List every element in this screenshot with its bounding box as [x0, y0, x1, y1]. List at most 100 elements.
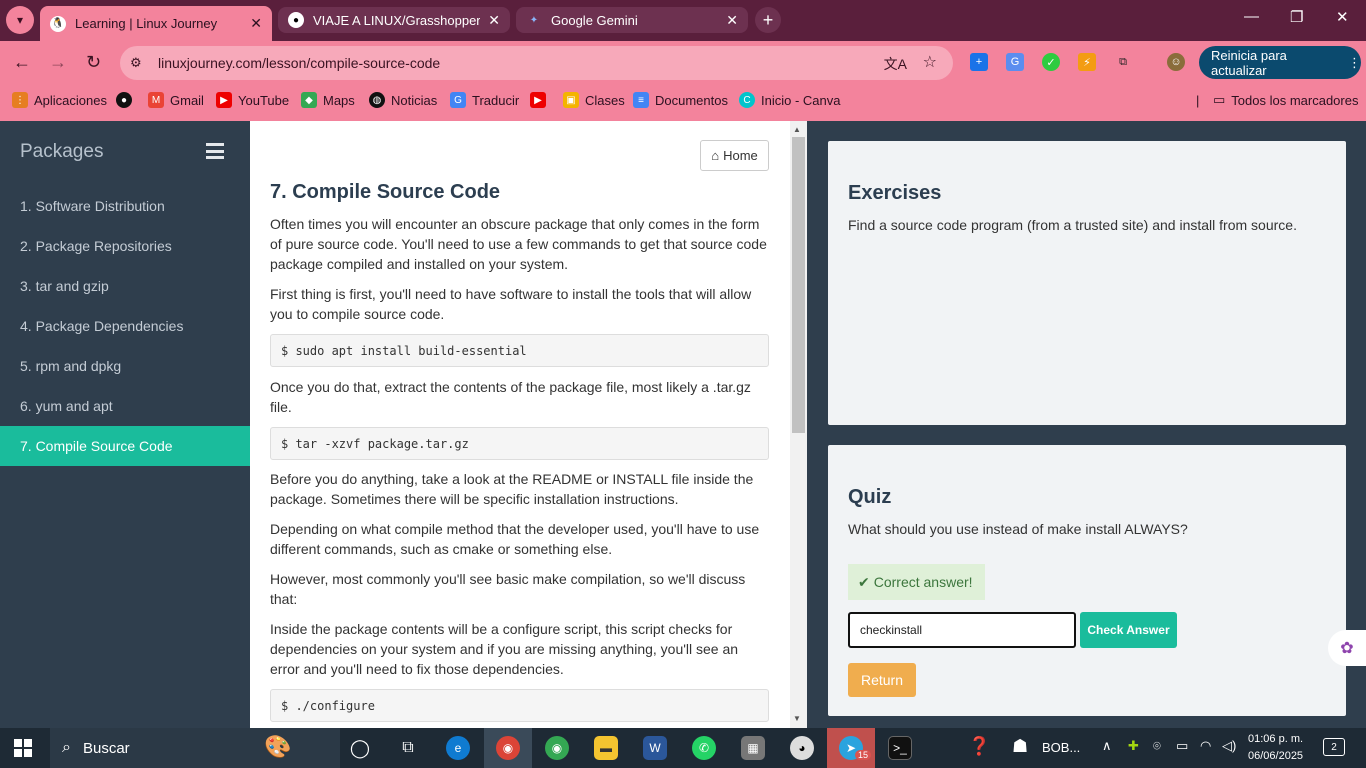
- tab-github[interactable]: ● VIAJE A LINUX/Grasshopper/Us ✕: [278, 7, 510, 33]
- whatsapp-icon[interactable]: ✆: [680, 728, 728, 768]
- search-highlight-icon: 🎨: [264, 734, 292, 759]
- sidebar-item-tar-and-gzip[interactable]: 3. tar and gzip: [0, 266, 250, 306]
- checkmark-icon: ✔: [858, 573, 870, 590]
- bookmark-apps[interactable]: ⋮ Aplicaciones: [12, 92, 107, 108]
- youtube-icon: ▶: [216, 92, 232, 108]
- close-icon[interactable]: ✕: [250, 15, 262, 32]
- home-button[interactable]: ⌂ Home: [700, 140, 769, 171]
- bookmark-label: Aplicaciones: [34, 92, 107, 108]
- new-tab-button[interactable]: +: [755, 7, 781, 33]
- translate-extension-icon[interactable]: G: [1006, 53, 1024, 71]
- sidebar-item-software-distribution[interactable]: 1. Software Distribution: [0, 186, 250, 226]
- tab-search-button[interactable]: ▾: [6, 6, 34, 34]
- site-info-icon[interactable]: ⚙: [130, 55, 152, 71]
- windows-start-icon[interactable]: [14, 739, 32, 757]
- chrome-profile-icon[interactable]: ◉: [484, 728, 532, 768]
- close-icon[interactable]: ✕: [488, 12, 500, 29]
- quiz-title: Quiz: [848, 486, 892, 508]
- battery-icon[interactable]: ▭: [1176, 738, 1188, 754]
- exercises-text: Find a source code program (from a trust…: [848, 217, 1297, 233]
- lesson-content: ⌂ Home 7. Compile Source Code Often time…: [250, 121, 807, 728]
- show-hidden-icons[interactable]: ∧: [1102, 738, 1112, 754]
- news-globe-icon: ◍: [369, 92, 385, 108]
- cortana-icon[interactable]: ◯: [336, 728, 384, 768]
- github-icon: ●: [288, 12, 304, 28]
- folder-icon: ▭: [1213, 92, 1226, 107]
- wifi-icon[interactable]: ◠: [1200, 738, 1211, 754]
- bookmark-label: Gmail: [170, 92, 204, 108]
- volume-icon[interactable]: ◁): [1222, 738, 1236, 754]
- linux-app-icon[interactable]: ◕: [778, 728, 826, 768]
- check-answer-button[interactable]: Check Answer: [1080, 612, 1177, 648]
- help-icon[interactable]: ❓: [968, 736, 990, 757]
- chrome-icon[interactable]: ◉: [533, 728, 581, 768]
- address-bar[interactable]: ⚙ linuxjourney.com/lesson/compile-source…: [120, 46, 953, 80]
- minimize-icon[interactable]: —: [1244, 8, 1259, 25]
- brain-extension-icon[interactable]: ✿: [1328, 630, 1366, 666]
- file-explorer-icon[interactable]: ▬: [582, 728, 630, 768]
- scroll-down-icon[interactable]: ▼: [793, 714, 801, 723]
- reload-icon[interactable]: ↻: [86, 52, 101, 73]
- plus-extension-icon[interactable]: +: [970, 53, 988, 71]
- edge-icon[interactable]: e: [434, 728, 482, 768]
- github-icon: ●: [116, 92, 132, 108]
- sidebar-item-yum-and-apt[interactable]: 6. yum and apt: [0, 386, 250, 426]
- all-bookmarks[interactable]: ▭ Todos los marcadores: [1213, 92, 1358, 108]
- bookmark-maps[interactable]: ◆ Maps: [301, 92, 355, 108]
- bookmark-label: Traducir: [472, 92, 520, 108]
- quiz-card: Quiz What should you use instead of make…: [828, 445, 1346, 716]
- telegram-icon[interactable]: ➤ 15: [827, 728, 875, 768]
- photos-icon[interactable]: ▦: [729, 728, 777, 768]
- code-block: $ ./configure: [270, 689, 769, 722]
- bookmark-github[interactable]: ●: [116, 92, 138, 108]
- tray-plus-icon[interactable]: ✚: [1128, 738, 1139, 754]
- exercises-title: Exercises: [848, 182, 942, 204]
- bookmark-youtube[interactable]: ▶ YouTube: [216, 92, 289, 108]
- forward-icon[interactable]: →: [49, 52, 67, 73]
- bookmark-classroom[interactable]: ▣ Clases: [563, 92, 625, 108]
- sidebar-item-rpm-and-dpkg[interactable]: 5. rpm and dpkg: [0, 346, 250, 386]
- notifications-icon[interactable]: 2: [1323, 738, 1345, 756]
- word-icon[interactable]: W: [631, 728, 679, 768]
- answer-input[interactable]: checkinstall: [848, 612, 1076, 648]
- translate-icon[interactable]: 文A: [884, 54, 907, 74]
- taskbar-search[interactable]: ⌕ Buscar 🎨: [50, 728, 340, 768]
- back-icon[interactable]: ←: [13, 52, 31, 73]
- bookmark-docs[interactable]: ≡ Documentos: [633, 92, 728, 108]
- profile-avatar-icon[interactable]: ☺: [1167, 53, 1185, 71]
- task-view-icon[interactable]: ⧉: [384, 728, 432, 768]
- lesson-paragraph: However, most commonly you'll see basic …: [270, 571, 746, 607]
- check-extension-icon[interactable]: ✓: [1042, 53, 1060, 71]
- tab-gemini[interactable]: ✦ Google Gemini ✕: [516, 7, 748, 33]
- bookmark-youtube-2[interactable]: ▶: [530, 92, 552, 108]
- bookmark-translate[interactable]: G Traducir: [450, 92, 519, 108]
- scrollbar-thumb[interactable]: [792, 137, 805, 433]
- all-bookmarks-label: Todos los marcadores: [1231, 92, 1359, 108]
- update-button[interactable]: Reinicia para actualizar ⋮: [1199, 46, 1361, 79]
- bookmark-news[interactable]: ◍ Noticias: [369, 92, 437, 108]
- bookmark-gmail[interactable]: M Gmail: [148, 92, 204, 108]
- bookmark-canva[interactable]: C Inicio - Canva: [739, 92, 840, 108]
- extensions-puzzle-icon[interactable]: ⧉: [1114, 53, 1132, 71]
- home-icon: ⌂: [711, 148, 720, 163]
- terminal-icon[interactable]: >_: [876, 728, 924, 768]
- sidebar-item-package-repositories[interactable]: 2. Package Repositories: [0, 226, 250, 266]
- bolt-extension-icon[interactable]: ⚡: [1078, 53, 1096, 71]
- bookmark-star-icon[interactable]: ☆: [923, 52, 937, 72]
- close-window-icon[interactable]: ✕: [1336, 8, 1349, 26]
- clock-time: 01:06 p. m.: [1248, 733, 1304, 745]
- sidebar-item-compile-source-code[interactable]: 7. Compile Source Code: [0, 426, 250, 466]
- return-button[interactable]: Return: [848, 663, 916, 697]
- lesson-paragraph: Before you do anything, take a look at t…: [270, 471, 754, 507]
- sidebar-item-package-dependencies[interactable]: 4. Package Dependencies: [0, 306, 250, 346]
- tab-linux-journey[interactable]: 🐧 Learning | Linux Journey ✕: [40, 6, 272, 41]
- restore-icon[interactable]: ❐: [1290, 8, 1303, 26]
- feedback-text: Correct answer!: [873, 574, 973, 590]
- bob-app-icon[interactable]: ☗: [1012, 736, 1028, 757]
- scroll-up-icon[interactable]: ▲: [793, 125, 801, 134]
- hamburger-menu-icon[interactable]: [206, 143, 224, 159]
- url-text[interactable]: linuxjourney.com/lesson/compile-source-c…: [158, 55, 440, 71]
- close-icon[interactable]: ✕: [726, 12, 738, 29]
- tray-camera-icon[interactable]: ⌾: [1153, 738, 1161, 754]
- system-clock[interactable]: 01:06 p. m. 06/06/2025: [1248, 731, 1303, 765]
